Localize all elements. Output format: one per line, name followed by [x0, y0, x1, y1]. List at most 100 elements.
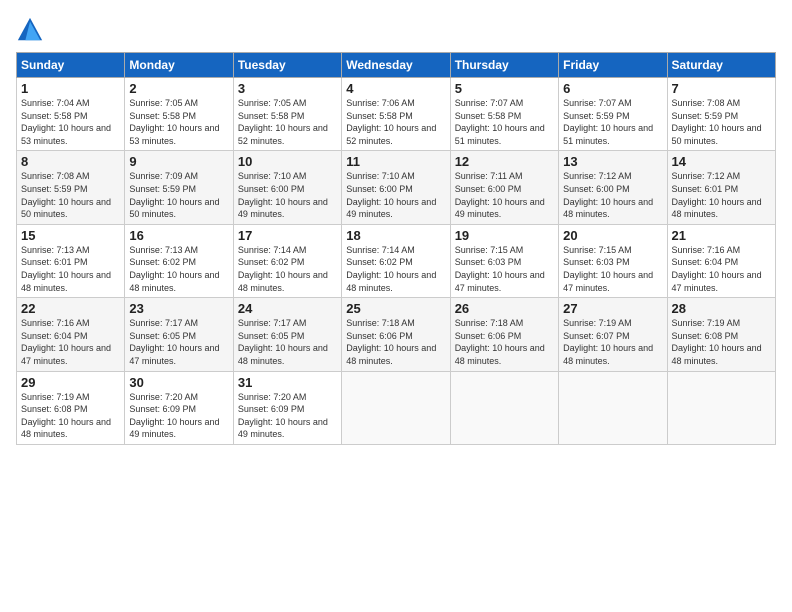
day-info: Sunrise: 7:08 AMSunset: 5:59 PMDaylight:…: [672, 97, 771, 147]
day-info: Sunrise: 7:13 AMSunset: 6:01 PMDaylight:…: [21, 244, 120, 294]
day-info: Sunrise: 7:10 AMSunset: 6:00 PMDaylight:…: [238, 170, 337, 220]
day-info: Sunrise: 7:15 AMSunset: 6:03 PMDaylight:…: [563, 244, 662, 294]
day-info: Sunrise: 7:07 AMSunset: 5:58 PMDaylight:…: [455, 97, 554, 147]
day-header: Friday: [559, 53, 667, 78]
calendar-day: 18 Sunrise: 7:14 AMSunset: 6:02 PMDaylig…: [342, 224, 450, 297]
day-header: Tuesday: [233, 53, 341, 78]
day-number: 11: [346, 154, 445, 169]
day-number: 24: [238, 301, 337, 316]
day-number: 18: [346, 228, 445, 243]
day-number: 19: [455, 228, 554, 243]
calendar-day: 25 Sunrise: 7:18 AMSunset: 6:06 PMDaylig…: [342, 298, 450, 371]
day-info: Sunrise: 7:18 AMSunset: 6:06 PMDaylight:…: [346, 317, 445, 367]
day-number: 12: [455, 154, 554, 169]
day-header: Wednesday: [342, 53, 450, 78]
calendar-day: 11 Sunrise: 7:10 AMSunset: 6:00 PMDaylig…: [342, 151, 450, 224]
calendar-day: 16 Sunrise: 7:13 AMSunset: 6:02 PMDaylig…: [125, 224, 233, 297]
calendar-day: 26 Sunrise: 7:18 AMSunset: 6:06 PMDaylig…: [450, 298, 558, 371]
calendar-day: 14 Sunrise: 7:12 AMSunset: 6:01 PMDaylig…: [667, 151, 775, 224]
calendar-day: 19 Sunrise: 7:15 AMSunset: 6:03 PMDaylig…: [450, 224, 558, 297]
day-info: Sunrise: 7:19 AMSunset: 6:07 PMDaylight:…: [563, 317, 662, 367]
calendar-day: 7 Sunrise: 7:08 AMSunset: 5:59 PMDayligh…: [667, 78, 775, 151]
day-number: 16: [129, 228, 228, 243]
day-header: Saturday: [667, 53, 775, 78]
day-number: 26: [455, 301, 554, 316]
calendar-day: 21 Sunrise: 7:16 AMSunset: 6:04 PMDaylig…: [667, 224, 775, 297]
calendar-day: 13 Sunrise: 7:12 AMSunset: 6:00 PMDaylig…: [559, 151, 667, 224]
day-info: Sunrise: 7:18 AMSunset: 6:06 PMDaylight:…: [455, 317, 554, 367]
day-number: 31: [238, 375, 337, 390]
calendar-day: 23 Sunrise: 7:17 AMSunset: 6:05 PMDaylig…: [125, 298, 233, 371]
calendar-week: 22 Sunrise: 7:16 AMSunset: 6:04 PMDaylig…: [17, 298, 776, 371]
calendar-day: 1 Sunrise: 7:04 AMSunset: 5:58 PMDayligh…: [17, 78, 125, 151]
calendar-day: 24 Sunrise: 7:17 AMSunset: 6:05 PMDaylig…: [233, 298, 341, 371]
calendar-day: 9 Sunrise: 7:09 AMSunset: 5:59 PMDayligh…: [125, 151, 233, 224]
calendar-day: [559, 371, 667, 444]
calendar-day: [450, 371, 558, 444]
day-number: 27: [563, 301, 662, 316]
day-header: Thursday: [450, 53, 558, 78]
day-info: Sunrise: 7:10 AMSunset: 6:00 PMDaylight:…: [346, 170, 445, 220]
calendar-day: 10 Sunrise: 7:10 AMSunset: 6:00 PMDaylig…: [233, 151, 341, 224]
day-info: Sunrise: 7:09 AMSunset: 5:59 PMDaylight:…: [129, 170, 228, 220]
day-info: Sunrise: 7:19 AMSunset: 6:08 PMDaylight:…: [21, 391, 120, 441]
calendar-day: 12 Sunrise: 7:11 AMSunset: 6:00 PMDaylig…: [450, 151, 558, 224]
day-number: 20: [563, 228, 662, 243]
day-number: 8: [21, 154, 120, 169]
logo-icon: [16, 16, 44, 44]
calendar-day: 22 Sunrise: 7:16 AMSunset: 6:04 PMDaylig…: [17, 298, 125, 371]
day-number: 2: [129, 81, 228, 96]
day-info: Sunrise: 7:06 AMSunset: 5:58 PMDaylight:…: [346, 97, 445, 147]
calendar-day: 17 Sunrise: 7:14 AMSunset: 6:02 PMDaylig…: [233, 224, 341, 297]
calendar-week: 15 Sunrise: 7:13 AMSunset: 6:01 PMDaylig…: [17, 224, 776, 297]
day-info: Sunrise: 7:11 AMSunset: 6:00 PMDaylight:…: [455, 170, 554, 220]
day-number: 7: [672, 81, 771, 96]
day-info: Sunrise: 7:16 AMSunset: 6:04 PMDaylight:…: [21, 317, 120, 367]
day-info: Sunrise: 7:17 AMSunset: 6:05 PMDaylight:…: [238, 317, 337, 367]
day-info: Sunrise: 7:05 AMSunset: 5:58 PMDaylight:…: [129, 97, 228, 147]
day-number: 14: [672, 154, 771, 169]
day-number: 28: [672, 301, 771, 316]
day-info: Sunrise: 7:12 AMSunset: 6:01 PMDaylight:…: [672, 170, 771, 220]
calendar-day: 20 Sunrise: 7:15 AMSunset: 6:03 PMDaylig…: [559, 224, 667, 297]
calendar-day: 5 Sunrise: 7:07 AMSunset: 5:58 PMDayligh…: [450, 78, 558, 151]
day-info: Sunrise: 7:20 AMSunset: 6:09 PMDaylight:…: [238, 391, 337, 441]
day-number: 10: [238, 154, 337, 169]
day-info: Sunrise: 7:16 AMSunset: 6:04 PMDaylight:…: [672, 244, 771, 294]
day-number: 22: [21, 301, 120, 316]
calendar-day: 30 Sunrise: 7:20 AMSunset: 6:09 PMDaylig…: [125, 371, 233, 444]
day-info: Sunrise: 7:15 AMSunset: 6:03 PMDaylight:…: [455, 244, 554, 294]
day-info: Sunrise: 7:14 AMSunset: 6:02 PMDaylight:…: [346, 244, 445, 294]
calendar-day: 31 Sunrise: 7:20 AMSunset: 6:09 PMDaylig…: [233, 371, 341, 444]
calendar-day: 4 Sunrise: 7:06 AMSunset: 5:58 PMDayligh…: [342, 78, 450, 151]
calendar-day: [667, 371, 775, 444]
day-number: 1: [21, 81, 120, 96]
calendar-day: 15 Sunrise: 7:13 AMSunset: 6:01 PMDaylig…: [17, 224, 125, 297]
day-number: 15: [21, 228, 120, 243]
calendar-day: 2 Sunrise: 7:05 AMSunset: 5:58 PMDayligh…: [125, 78, 233, 151]
calendar-day: 8 Sunrise: 7:08 AMSunset: 5:59 PMDayligh…: [17, 151, 125, 224]
calendar-day: 3 Sunrise: 7:05 AMSunset: 5:58 PMDayligh…: [233, 78, 341, 151]
header-row: SundayMondayTuesdayWednesdayThursdayFrid…: [17, 53, 776, 78]
calendar-week: 1 Sunrise: 7:04 AMSunset: 5:58 PMDayligh…: [17, 78, 776, 151]
day-info: Sunrise: 7:20 AMSunset: 6:09 PMDaylight:…: [129, 391, 228, 441]
day-number: 13: [563, 154, 662, 169]
day-info: Sunrise: 7:12 AMSunset: 6:00 PMDaylight:…: [563, 170, 662, 220]
day-number: 23: [129, 301, 228, 316]
day-number: 5: [455, 81, 554, 96]
logo: [16, 16, 46, 44]
day-number: 30: [129, 375, 228, 390]
day-info: Sunrise: 7:08 AMSunset: 5:59 PMDaylight:…: [21, 170, 120, 220]
day-info: Sunrise: 7:07 AMSunset: 5:59 PMDaylight:…: [563, 97, 662, 147]
calendar-day: 28 Sunrise: 7:19 AMSunset: 6:08 PMDaylig…: [667, 298, 775, 371]
day-info: Sunrise: 7:13 AMSunset: 6:02 PMDaylight:…: [129, 244, 228, 294]
day-info: Sunrise: 7:17 AMSunset: 6:05 PMDaylight:…: [129, 317, 228, 367]
day-info: Sunrise: 7:04 AMSunset: 5:58 PMDaylight:…: [21, 97, 120, 147]
day-number: 3: [238, 81, 337, 96]
calendar-day: 27 Sunrise: 7:19 AMSunset: 6:07 PMDaylig…: [559, 298, 667, 371]
day-number: 29: [21, 375, 120, 390]
day-header: Monday: [125, 53, 233, 78]
day-info: Sunrise: 7:19 AMSunset: 6:08 PMDaylight:…: [672, 317, 771, 367]
calendar-day: 6 Sunrise: 7:07 AMSunset: 5:59 PMDayligh…: [559, 78, 667, 151]
calendar-day: [342, 371, 450, 444]
